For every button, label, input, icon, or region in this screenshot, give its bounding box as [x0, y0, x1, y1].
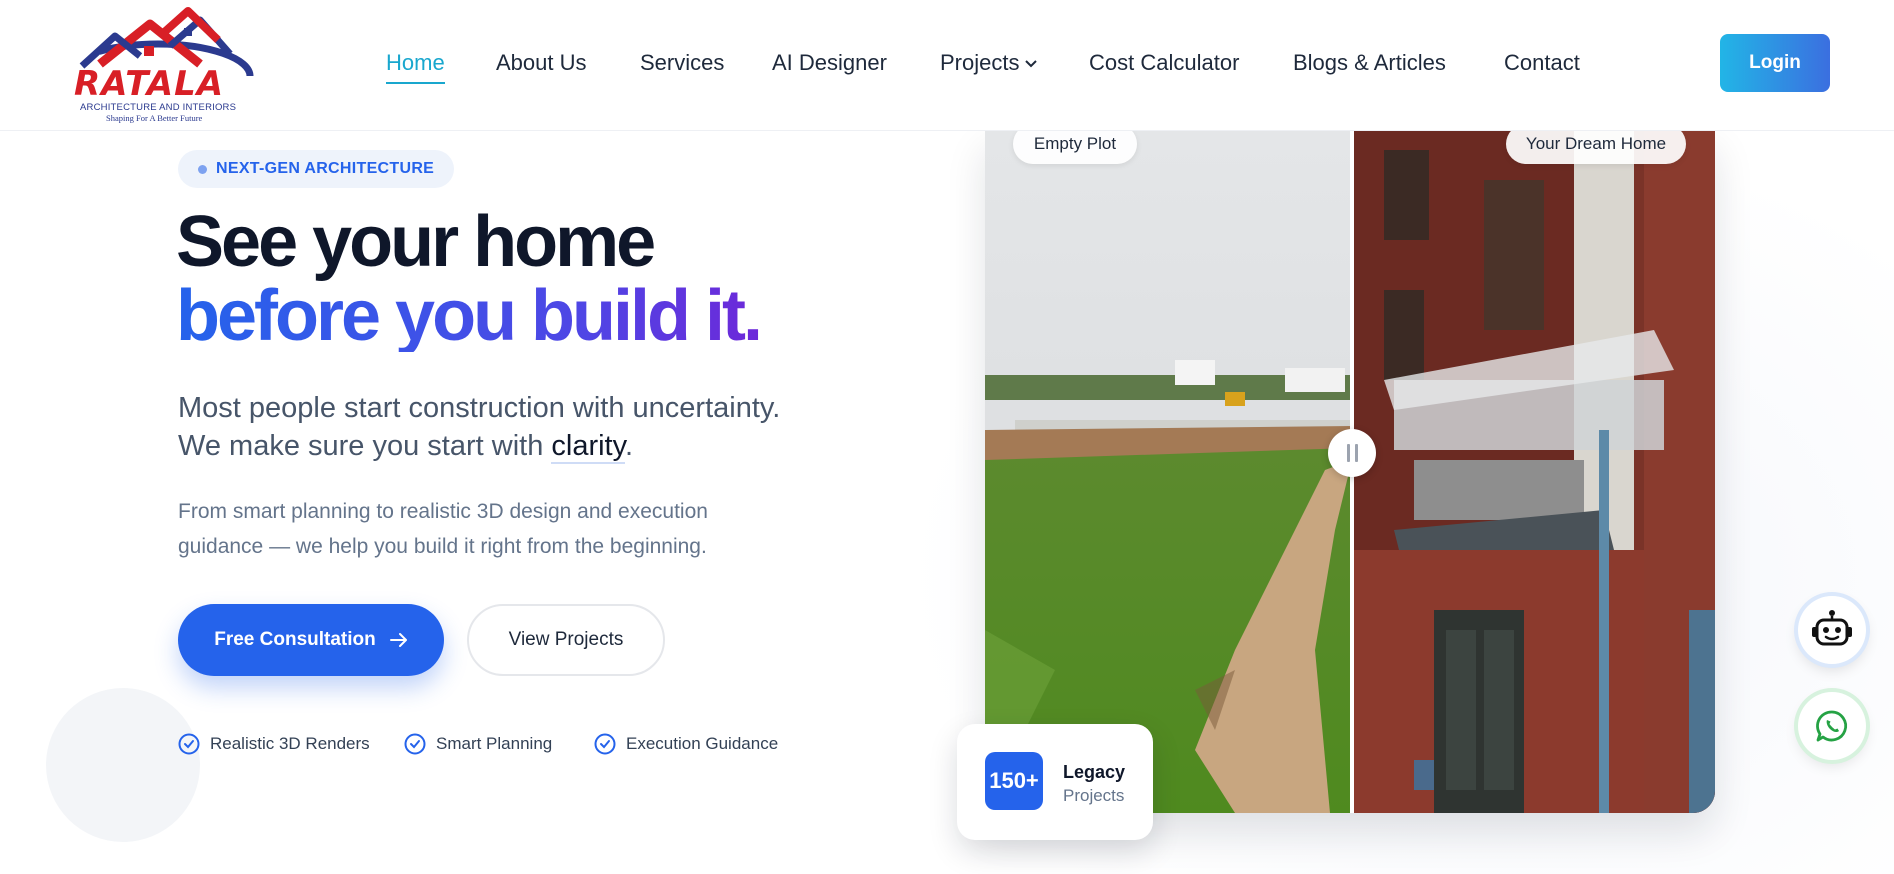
robot-icon — [1812, 610, 1852, 646]
login-button[interactable]: Login — [1720, 34, 1830, 92]
lead-prefix: We make sure you start with — [178, 430, 552, 462]
dream-home-image — [1354, 130, 1715, 813]
stat-subtitle: Projects — [1063, 786, 1125, 805]
hero-badge: NEXT-GEN ARCHITECTURE — [178, 150, 455, 188]
feature-label: Execution Guidance — [626, 734, 779, 753]
dot-icon — [198, 165, 207, 174]
slider-handle[interactable] — [1328, 429, 1376, 477]
feature-item: Realistic 3D Renders — [178, 733, 370, 755]
arrow-right-icon — [389, 633, 407, 647]
lead-suffix: . — [624, 430, 634, 462]
check-circle-icon — [178, 733, 200, 755]
hero-badge-label: NEXT-GEN ARCHITECTURE — [216, 160, 435, 177]
decorative-circle — [46, 688, 200, 842]
hero-description-line1: From smart planning to realistic 3D desi… — [178, 500, 708, 523]
free-consultation-label: Free Consultation — [214, 629, 376, 650]
before-after-slider[interactable] — [985, 130, 1715, 813]
nav-blogs-articles[interactable]: Blogs & Articles — [1293, 50, 1446, 76]
empty-plot-image — [985, 130, 1352, 813]
nav-home[interactable]: Home — [386, 50, 445, 84]
check-circle-icon — [404, 733, 426, 755]
hero-title-line1: See your home — [176, 202, 656, 282]
grip-bar — [1346, 444, 1350, 462]
feature-item: Execution Guidance — [594, 733, 778, 755]
stat-value: 150+ — [985, 752, 1043, 810]
feature-item: Smart Planning — [404, 733, 552, 755]
legacy-projects-card: 150+ Legacy Projects — [957, 724, 1153, 840]
nav-cost-calculator[interactable]: Cost Calculator — [1089, 50, 1239, 76]
main-nav: Home About Us Services AI Designer Proje… — [0, 50, 1894, 84]
stat-title: Legacy — [1063, 762, 1126, 782]
nav-services[interactable]: Services — [640, 50, 724, 76]
check-circle-icon — [594, 733, 616, 755]
hero-description-line2: guidance — we help you build it right fr… — [178, 535, 707, 558]
nav-projects-label: Projects — [940, 50, 1020, 75]
hero-title-line2: before you build it. — [176, 276, 763, 356]
site-header: RATALA ARCHITECTURE AND INTERIORS Shapin… — [0, 0, 1894, 131]
nav-projects[interactable]: Projects — [940, 50, 1038, 76]
whatsapp-icon — [1816, 710, 1848, 742]
nav-about-us[interactable]: About Us — [496, 50, 587, 76]
nav-contact[interactable]: Contact — [1504, 50, 1580, 76]
free-consultation-button[interactable]: Free Consultation — [178, 604, 444, 676]
nav-ai-designer[interactable]: AI Designer — [772, 50, 887, 76]
logo-slogan: Shaping For A Better Future — [106, 113, 203, 123]
hero-lead-line2: We make sure you start with clarity. — [178, 430, 634, 464]
chevron-down-icon — [1025, 60, 1038, 68]
chatbot-button[interactable] — [1798, 596, 1866, 664]
grip-bar — [1354, 444, 1358, 462]
lead-highlight: clarity — [551, 430, 625, 464]
logo-tagline: ARCHITECTURE AND INTERIORS — [80, 102, 237, 113]
view-projects-button[interactable]: View Projects — [467, 604, 665, 676]
feature-label: Realistic 3D Renders — [210, 734, 370, 753]
feature-label: Smart Planning — [436, 734, 553, 753]
whatsapp-button[interactable] — [1798, 692, 1866, 760]
hero-lead-line1: Most people start construction with unce… — [178, 392, 781, 424]
